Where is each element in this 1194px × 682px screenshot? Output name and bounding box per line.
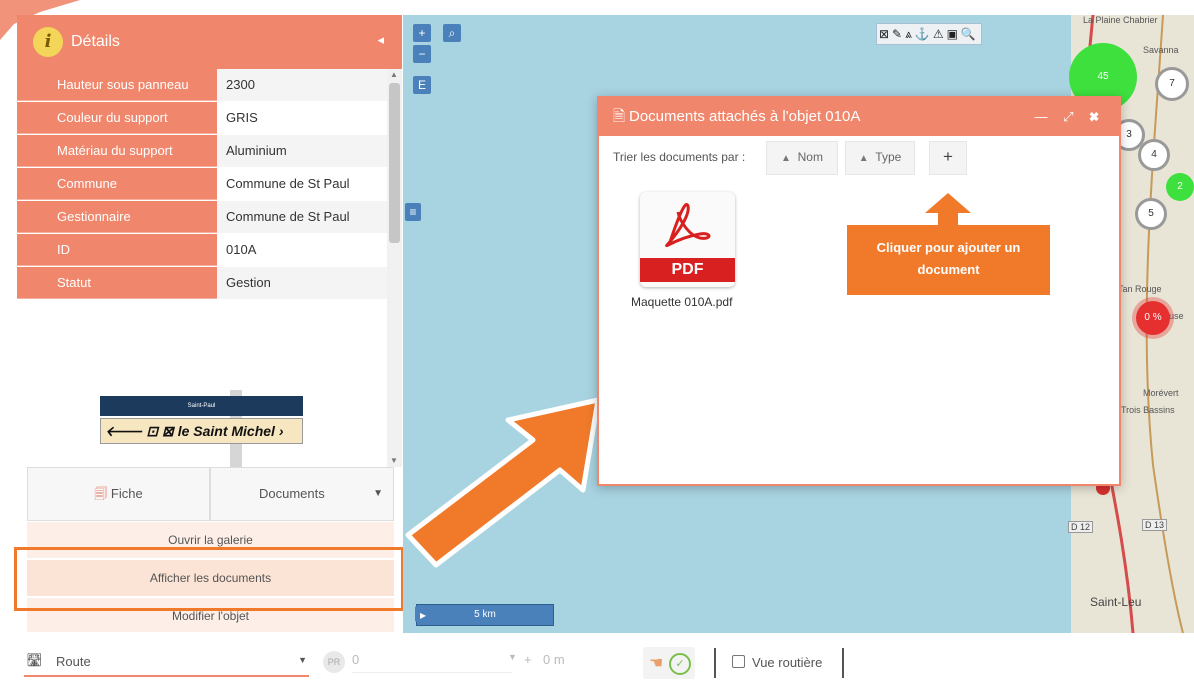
chevron-down-icon[interactable]: ▼ [373,468,383,520]
scale-toggle-button[interactable]: ▸ [415,606,431,622]
file-icon: 🗎 [613,108,626,125]
chevron-down-icon[interactable]: ▼ [298,655,307,665]
vue-routiere-label[interactable]: Vue routière [752,655,822,670]
property-row: Statut Gestion [17,267,387,300]
distance-input[interactable]: 0 m [543,652,565,667]
property-label: Matériau du support [17,135,217,167]
scroll-thumb[interactable] [389,83,400,243]
pdf-file-icon[interactable]: PDF [640,192,735,287]
details-header: i Détails ◂ [17,15,402,69]
road-label: D 12 [1068,521,1094,533]
zoom-out-button[interactable]: − [413,45,431,63]
place-label: Morévert [1143,388,1179,398]
locate-button[interactable]: ☚ ✓ [643,647,695,679]
scroll-down-icon[interactable]: ▼ [390,456,398,465]
sort-by-name-label: Nom [797,150,823,164]
map-cluster[interactable]: 5 [1135,198,1167,230]
tab-fiche[interactable]: 🗐 Fiche [27,467,210,521]
vue-routiere-checkbox[interactable] [732,655,745,668]
add-document-callout: Cliquer pour ajouter un document [847,225,1050,295]
properties-table: Hauteur sous panneau 2300 Couleur du supp… [17,69,387,300]
sign-illustration: Saint-Paul 🡐 ⊡ ⊠ le Saint Michel › [100,390,305,468]
place-label: Trois Bassins [1121,405,1175,415]
callout-line: Cliquer pour ajouter un [876,240,1021,255]
property-row: Commune Commune de St Paul [17,168,387,201]
sort-by-type-label: Type [875,150,902,164]
tab-documents[interactable]: Documents ▼ [210,467,394,521]
property-label: Statut [17,267,217,299]
property-label: Gestionnaire [17,201,217,233]
search-icon[interactable]: ⌕ [443,24,461,42]
property-value: 010A [226,242,257,257]
property-label: Couleur du support [17,102,217,134]
sign-destination: le Saint Michel [177,423,275,439]
zoom-in-button[interactable]: + [413,24,431,42]
property-row: Gestionnaire Commune de St Paul [17,201,387,234]
sort-by-name-button[interactable]: ▲ Nom [766,141,838,175]
acrobat-icon [665,203,711,248]
arrow-up-icon [925,193,971,227]
property-row: Couleur du support GRIS [17,102,387,135]
map-cluster[interactable]: 4 [1138,139,1170,171]
property-value: GRIS [226,110,258,125]
arrow-left-icon: 🡐 ⊡ ⊠ [105,423,174,439]
sort-label: Trier les documents par : [613,150,746,164]
divider [842,648,844,678]
scroll-up-icon[interactable]: ▲ [390,70,398,79]
property-row: ID 010A [17,234,387,267]
map-toolbar[interactable]: ⊠✎⩓⚓⚠▣🔍 [876,23,982,45]
edit-button[interactable]: E [413,76,431,94]
place-label: Saint-Leu [1090,595,1142,609]
property-label: Commune [17,168,217,200]
sort-up-icon: ▲ [858,153,869,164]
add-document-button[interactable]: + [929,141,967,175]
place-label: La Plaine Chabrier [1083,15,1158,25]
panel-title: Détails [71,33,120,50]
tab-documents-label: Documents [259,486,325,501]
fiche-icon: 🗐 [94,486,108,501]
pr-input[interactable]: 0 [352,652,512,673]
route-select[interactable]: 🛣 Route ▼ [24,650,309,677]
place-label: Tan Rouge [1118,284,1162,294]
map-scale: 5 km [416,604,554,626]
map-cluster[interactable]: 7 [1155,67,1189,101]
sign-top-band: Saint-Paul [100,396,303,416]
document-filename[interactable]: Maquette 010A.pdf [631,295,732,309]
chevron-down-icon[interactable]: ▼ [508,652,517,662]
plus-label: + [524,652,532,667]
road-label: D 13 [1142,519,1168,531]
road-icon: 🛣 [26,652,43,667]
property-value: Gestion [217,267,387,299]
info-icon: i [33,27,63,57]
property-label: Hauteur sous panneau [17,69,217,101]
map-cluster[interactable]: 0 % [1136,301,1170,335]
property-row: Matériau du support Aluminium [17,135,387,168]
sort-by-type-button[interactable]: ▲ Type [845,141,915,175]
arrow-icon [405,397,601,568]
map-cluster[interactable]: 2 [1166,173,1194,201]
divider [714,648,716,678]
highlight-box [14,547,404,611]
hand-icon: ☚ [649,655,664,672]
pdf-label: PDF [640,258,735,282]
route-label: Route [56,654,91,669]
sort-up-icon: ▲ [781,153,791,164]
property-value: 2300 [217,69,387,101]
property-value: Commune de St Paul [226,176,350,191]
sign-board: 🡐 ⊡ ⊠ le Saint Michel › [100,418,303,444]
callout-line: document [917,262,980,277]
documents-window-title: Documents attachés à l'objet 010A [629,108,861,125]
menu-icon[interactable]: ≡ [405,203,421,221]
place-label: Savanna [1143,45,1179,55]
documents-window-header[interactable]: 🗎 Documents attachés à l'objet 010A — ⤢ … [599,98,1119,136]
tab-fiche-label: Fiche [110,486,143,501]
pr-badge: PR [323,651,345,673]
window-controls[interactable]: — ⤢ ✖ [1034,98,1105,136]
check-icon: ✓ [669,653,691,675]
property-value: Aluminium [217,135,387,167]
property-value: Commune de St Paul [217,201,387,233]
property-label: ID [17,234,217,266]
collapse-icon[interactable]: ◂ [377,32,384,48]
property-row: Hauteur sous panneau 2300 [17,69,387,102]
